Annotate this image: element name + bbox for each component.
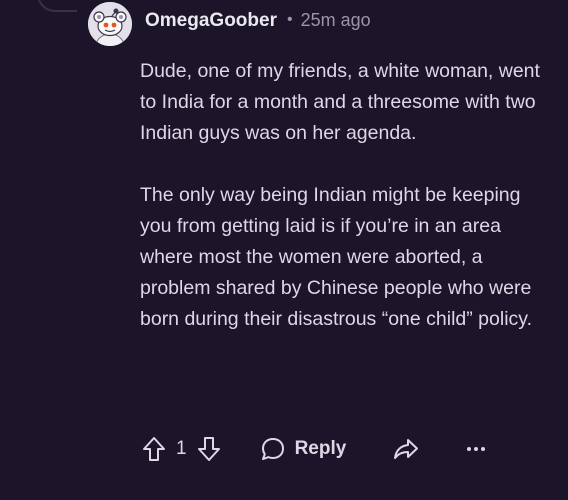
share-icon[interactable] [392,435,420,463]
comment-paragraph: The only way being Indian might be keepi… [140,184,532,330]
downvote-icon[interactable] [195,434,223,464]
comment-paragraph: Dude, one of my friends, a white woman, … [140,60,540,144]
comment-timestamp: 25m ago [300,10,371,30]
more-options-icon[interactable] [464,439,488,459]
vote-count: 1 [176,438,187,459]
thread-line [37,0,77,12]
author-username[interactable]: OmegaGoober [145,10,277,32]
avatar[interactable] [88,2,132,46]
comment-body: Dude, one of my friends, a white woman, … [140,56,550,335]
upvote-icon[interactable] [140,434,168,464]
meta-separator: • [286,11,293,28]
reply-label: Reply [294,438,347,459]
comment-header: OmegaGoober • 25m ago [145,10,371,32]
snoo-avatar-icon [88,2,132,46]
reply-icon [259,435,287,463]
reply-button[interactable]: Reply [259,435,347,463]
comment-actions: 1 Reply [140,430,488,468]
